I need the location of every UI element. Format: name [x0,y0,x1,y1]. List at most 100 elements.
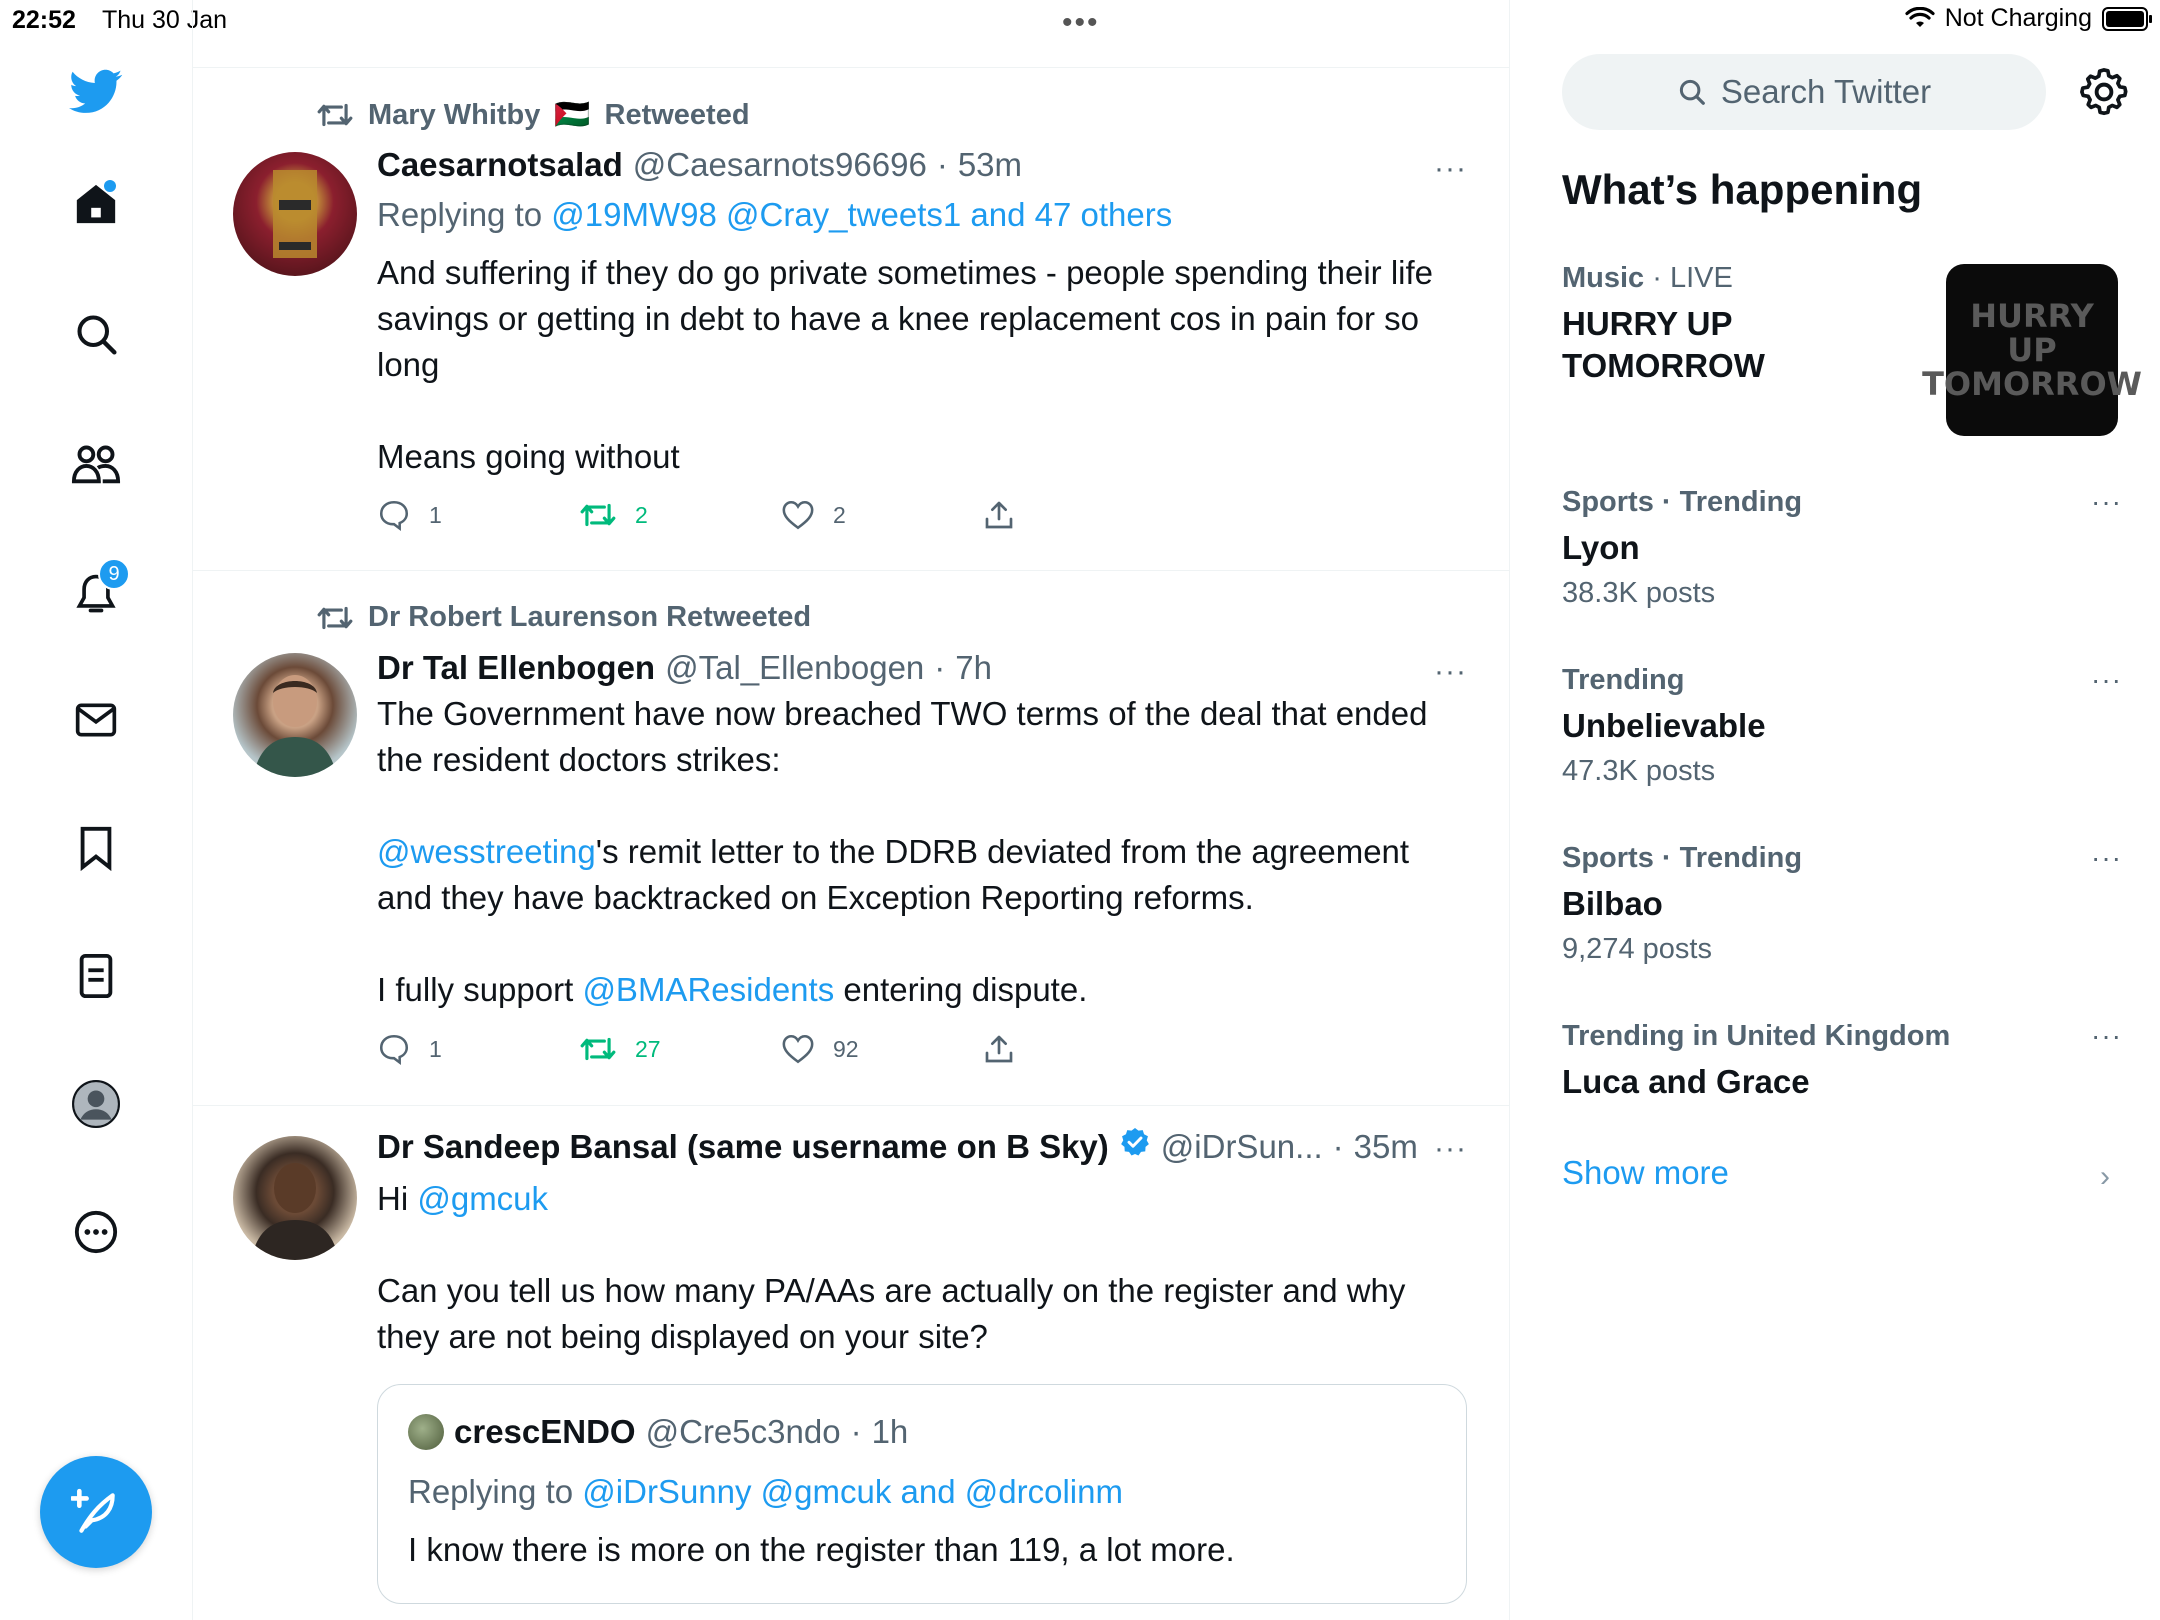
nav-notifications[interactable]: 9 [64,558,130,626]
quoted-tweet[interactable]: crescENDO @Cre5c3ndo · 1h Replying to @i… [377,1384,1467,1604]
mention-link[interactable]: @BMAResidents [582,971,834,1008]
separator: · [934,649,946,686]
bookmark-icon [80,826,112,871]
replying-to-links[interactable]: @19MW98 @Cray_tweets1 and 47 others [551,196,1172,233]
nav-explore[interactable] [64,302,128,366]
sidebar: Search Twitter What’s happening Music · … [1510,0,2160,1620]
reply-button[interactable]: 1 [377,498,579,532]
avatar-artwork [273,170,317,258]
avatar[interactable] [233,1136,357,1260]
quote-avatar[interactable] [408,1414,444,1450]
retweeter-name[interactable]: Dr Robert Laurenson Retweeted [368,601,811,634]
like-button[interactable]: 92 [781,1033,983,1065]
trend-title: Bilbao [1562,885,1663,922]
tweet-text: The Government have now breached TWO ter… [377,691,1467,1013]
compose-tweet-button[interactable] [40,1456,152,1568]
tweet-more-button[interactable]: ··· [1434,1132,1467,1166]
tweet-more-button[interactable]: ··· [1434,655,1467,689]
heart-icon [782,500,814,530]
twitter-logo-icon[interactable] [64,60,128,124]
tweet[interactable]: Dr Sandeep Bansal (same username on B Sk… [193,1106,1509,1620]
retweet-button[interactable]: 27 [579,1034,781,1064]
share-button[interactable] [983,1033,1185,1065]
mention-link[interactable]: @gmcuk [417,1180,548,1217]
trend-title: Lyon [1562,529,1640,566]
notification-badge: 9 [98,558,130,590]
author-handle[interactable]: @Caesarnots96696 [633,146,927,184]
trend-item[interactable]: Sports · Trending Bilbao 9,274 posts ··· [1562,842,2122,966]
nav-more[interactable] [64,1200,128,1264]
quote-replying-to: Replying to @iDrSunny @gmcuk and @drcoli… [408,1473,1123,1511]
tweet-paragraph: @wesstreeting's remit letter to the DDRB… [377,829,1467,921]
avatar[interactable] [233,653,357,777]
like-button[interactable]: 2 [781,499,983,531]
home-unread-dot [104,180,116,192]
tweet[interactable]: Mary Whitby 🇵🇸 Retweeted Caesarnotsalad … [193,68,1509,571]
reply-count: 1 [429,501,442,528]
tweet-more-button[interactable]: ··· [1434,152,1467,186]
retweet-context: Dr Robert Laurenson Retweeted [316,601,811,634]
nav-profile[interactable] [64,1072,128,1136]
more-circle-icon [74,1210,118,1254]
share-button[interactable] [983,499,1185,531]
author-name[interactable]: Dr Sandeep Bansal (same username on B Sk… [377,1128,1109,1166]
timestamp[interactable]: 7h [955,649,992,687]
tweet-text-span: I fully support [377,971,583,1008]
tweet-paragraph: And suffering if they do go private some… [377,254,1433,383]
quote-author-handle[interactable]: @Cre5c3ndo [646,1413,841,1451]
settings-button[interactable] [2078,66,2130,118]
author-handle[interactable]: @Tal_Ellenbogen [665,649,924,687]
show-more-link[interactable]: Show more [1562,1154,1729,1192]
nav-lists[interactable] [64,944,128,1008]
quote-text: I know there is more on the register tha… [408,1531,1235,1568]
reply-button[interactable]: 1 [377,1032,579,1066]
nav-bookmarks[interactable] [64,816,128,880]
timestamp[interactable]: 35m [1354,1128,1418,1166]
trend-item[interactable]: Trending in United Kingdom Luca and Grac… [1562,1020,2122,1103]
nav-communities[interactable] [64,432,128,496]
timeline[interactable]: Mary Whitby 🇵🇸 Retweeted Caesarnotsalad … [193,0,1510,1620]
tweet-actions: 1 27 92 [377,1032,1185,1066]
retweet-context: Mary Whitby 🇵🇸 Retweeted [316,98,750,132]
live-thumbnail[interactable]: HURRY UP TOMORROW [1922,264,2142,436]
tweet-paragraph: Can you tell us how many PA/AAs are actu… [377,1272,1406,1355]
timestamp[interactable]: 53m [958,146,1022,184]
reply-icon [379,500,409,532]
retweeter-name[interactable]: Mary Whitby [368,99,540,132]
quote-author-name[interactable]: crescENDO [454,1413,636,1451]
nav-messages[interactable] [64,688,128,752]
share-icon [985,1035,1013,1063]
nav-home[interactable] [64,172,128,236]
author-name[interactable]: Caesarnotsalad [377,146,623,184]
trend-more-button[interactable]: ··· [2091,842,2122,874]
replying-to: Replying to @19MW98 @Cray_tweets1 and 47… [377,196,1172,234]
verified-badge-icon [1120,1128,1149,1156]
search-input[interactable]: Search Twitter [1562,54,2046,130]
chevron-right-icon[interactable]: › [2100,1160,2110,1194]
author-handle[interactable]: @iDrSun... [1161,1128,1323,1166]
avatar-photo [253,675,337,777]
mention-link[interactable]: @wesstreeting [377,833,596,870]
trend-count: 47.3K posts [1562,755,1716,787]
replying-to-links[interactable]: @iDrSunny @gmcuk and @drcolinm [582,1473,1123,1510]
thumbnail-line: TOMORROW [1922,365,2142,403]
avatar[interactable] [233,152,357,276]
list-icon [79,953,113,999]
tweet[interactable]: Dr Robert Laurenson Retweeted Dr Tal Ell… [193,571,1509,1106]
trend-more-button[interactable]: ··· [2091,1020,2122,1052]
author-name[interactable]: Dr Tal Ellenbogen [377,649,655,687]
retweet-button[interactable]: 2 [579,500,781,530]
gear-icon [2080,68,2128,116]
tweet-text: And suffering if they do go private some… [377,250,1467,480]
quote-timestamp[interactable]: 1h [872,1413,909,1451]
trend-more-button[interactable]: ··· [2091,486,2122,518]
tweet-paragraph: The Government have now breached TWO ter… [377,695,1428,778]
tweet-actions: 1 2 2 [377,498,1185,532]
trend-more-button[interactable]: ··· [2091,664,2122,696]
retweet-count: 27 [635,1035,661,1062]
trend-title: HURRY UP TOMORROW [1562,305,1765,384]
trend-count: 9,274 posts [1562,933,1712,965]
trend-item[interactable]: Trending Unbelievable 47.3K posts ··· [1562,664,2122,788]
trend-item[interactable]: Sports · Trending Lyon 38.3K posts ··· [1562,486,2122,610]
flag-emoji: 🇵🇸 [554,99,591,131]
